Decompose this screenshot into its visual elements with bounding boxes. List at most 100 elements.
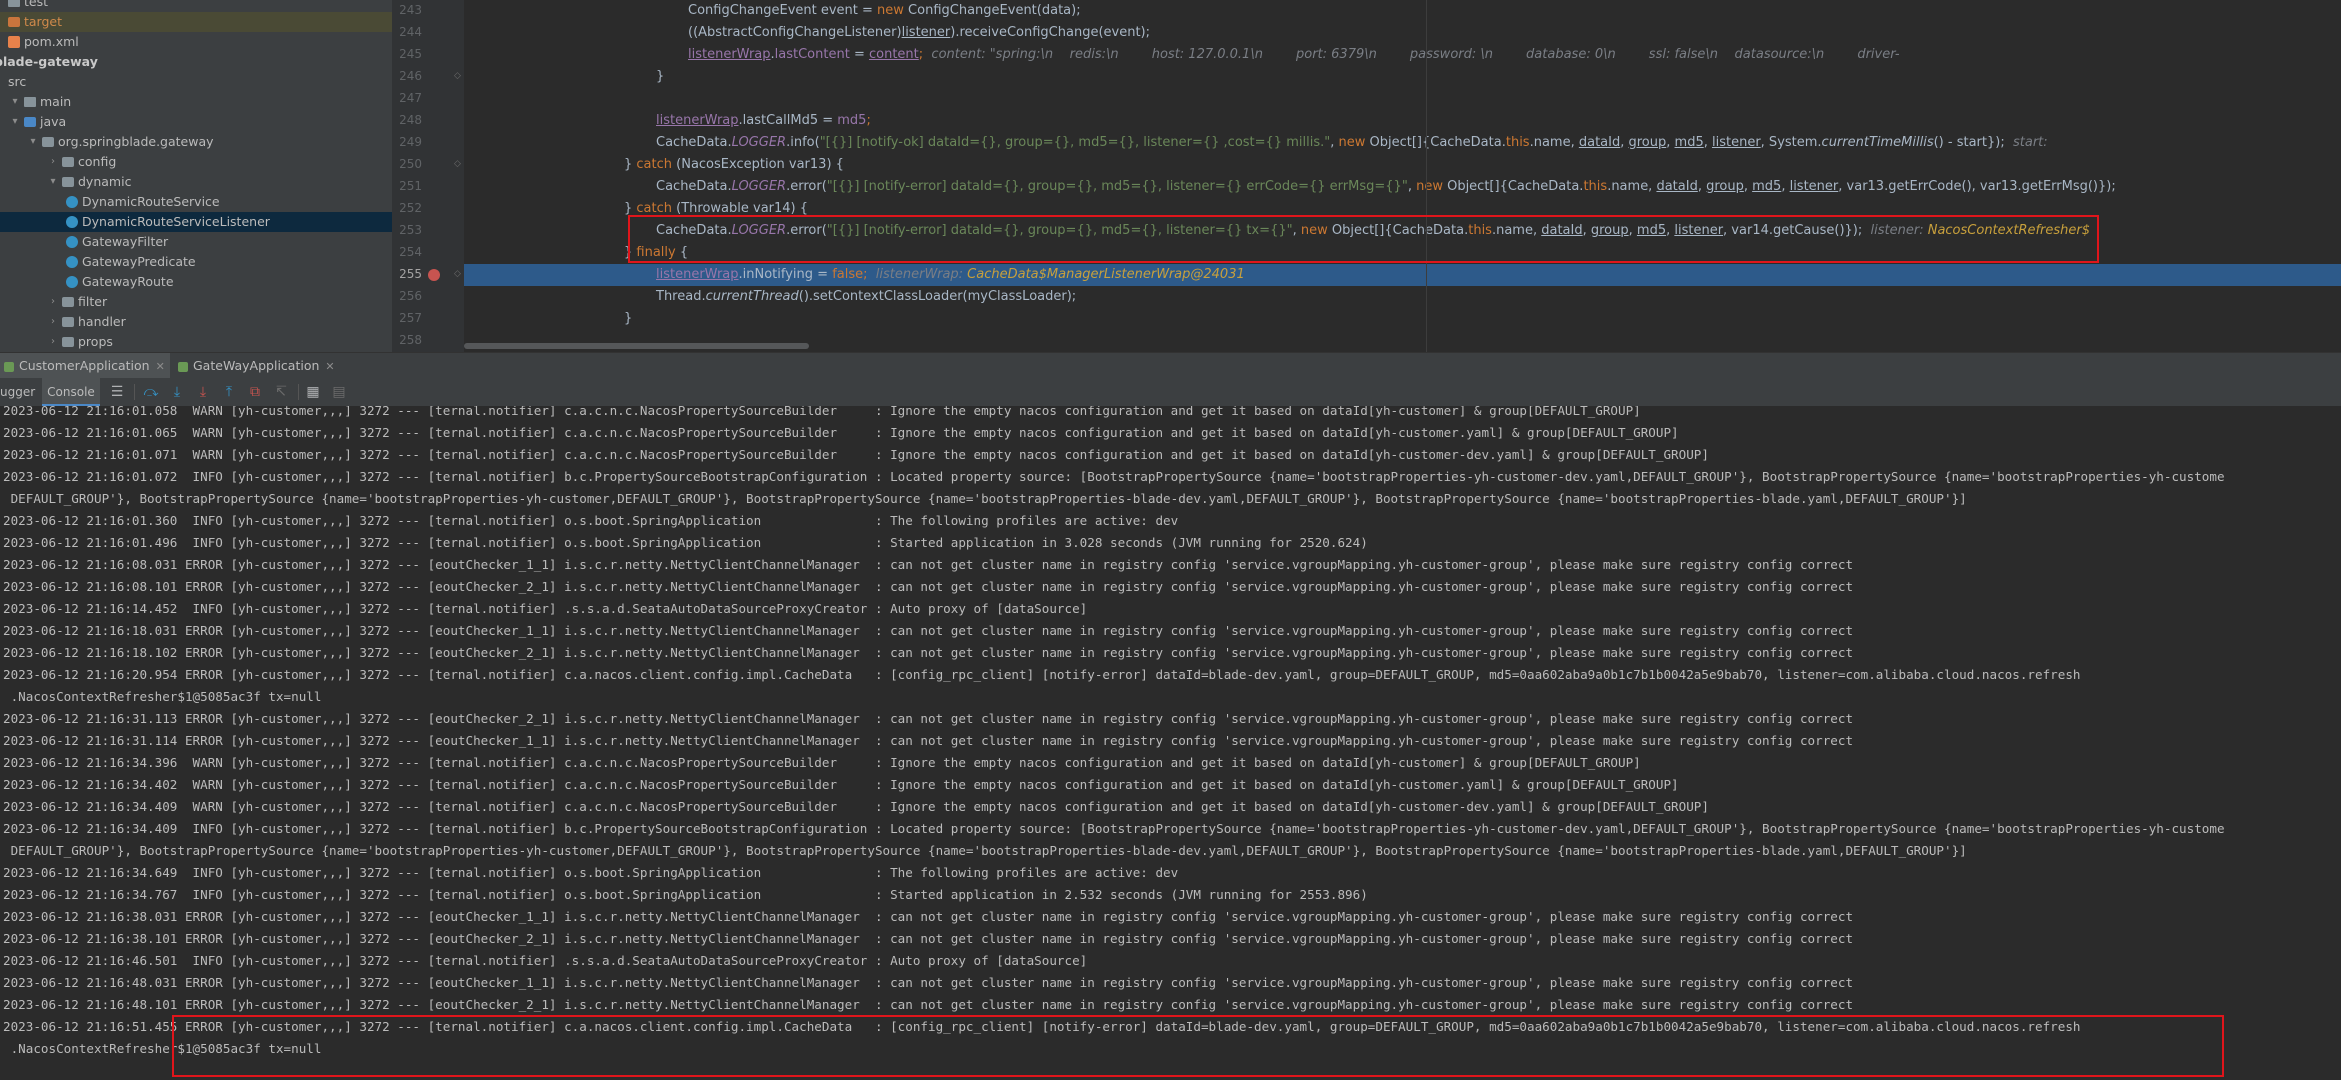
line-number[interactable]: 256 (392, 285, 422, 307)
editor-horizontal-scrollbar[interactable] (464, 343, 809, 349)
folder-icon (24, 97, 36, 107)
project-tree[interactable]: test target pom.xml blade-gateway src ▾ main ▾ j… (0, 0, 392, 352)
tree-item-label: DynamicRouteServiceListener (82, 214, 270, 229)
package-icon (62, 297, 74, 307)
xml-file-icon (8, 36, 20, 48)
tree-item[interactable]: GatewayFilter (0, 232, 392, 252)
chevron-icon[interactable]: ▾ (48, 172, 58, 192)
chevron-icon[interactable]: ▾ (10, 92, 20, 112)
chevron-icon[interactable]: › (48, 312, 58, 332)
tree-item[interactable]: ▾ java (0, 112, 392, 132)
code-line-256: Thread.currentThread().setContextClassLo… (656, 289, 1077, 304)
drop-frame-icon[interactable]: ⧉ (246, 383, 264, 401)
tree-item[interactable]: › props (0, 332, 392, 352)
tree-item[interactable]: ▾ main (0, 92, 392, 112)
target-folder-icon (8, 17, 20, 27)
console-line: 2023-06-12 21:16:48.101 ERROR [yh-custom… (3, 997, 1854, 1012)
chevron-icon[interactable]: › (48, 152, 58, 172)
step-into-icon[interactable]: ⤓ (194, 383, 212, 401)
line-number[interactable]: 252 (392, 197, 422, 219)
close-icon[interactable]: ✕ (156, 360, 165, 373)
tree-item-label: handler (78, 314, 126, 329)
tree-item[interactable]: › handler (0, 312, 392, 332)
line-number[interactable]: 258 (392, 329, 422, 351)
line-number[interactable]: 245 (392, 43, 422, 65)
evaluate-expression-icon[interactable]: ▦ (304, 383, 322, 401)
line-number[interactable]: 244 (392, 21, 422, 43)
console-line: 2023-06-12 21:16:34.402 WARN [yh-custome… (3, 777, 1679, 792)
code-editor[interactable]: ConfigChangeEvent event = new ConfigChan… (464, 0, 2341, 352)
tree-item[interactable]: › filter (0, 292, 392, 312)
chevron-icon[interactable]: › (48, 332, 58, 352)
line-number[interactable]: 247 (392, 87, 422, 109)
code-line-251: CacheData.LOGGER.error("[{}] [notify-err… (656, 179, 2116, 194)
run-to-cursor-icon[interactable]: ↸ (272, 383, 290, 401)
tree-item[interactable]: DynamicRouteService (0, 192, 392, 212)
tree-item-label: props (78, 334, 113, 349)
tree-item[interactable]: target (0, 12, 392, 32)
line-number[interactable]: 257 (392, 307, 422, 329)
line-number[interactable]: 255 (392, 263, 422, 285)
inline-debug-hint: content: "spring:\n redis:\n host: 127.0… (931, 47, 1900, 62)
fold-marker-icon[interactable]: ◇ (454, 153, 461, 175)
tree-item[interactable]: ▾ dynamic (0, 172, 392, 192)
tree-item[interactable]: ▾ org.springblade.gateway (0, 132, 392, 152)
console-line: .NacosContextRefresher$1@5085ac3f tx=nul… (3, 1041, 322, 1056)
fold-marker-icon[interactable]: ◇ (454, 263, 461, 285)
tree-item-label: blade-gateway (0, 54, 98, 69)
tab-debugger[interactable]: ugger (0, 378, 35, 406)
code-line-252: } catch (Throwable var14) { (624, 201, 809, 216)
settings-icon[interactable]: ▤ (330, 383, 348, 401)
code-line-244: ((AbstractConfigChangeListener)listener)… (688, 25, 1151, 40)
tree-item-label: target (24, 14, 63, 29)
code-line-243: ConfigChangeEvent event = new ConfigChan… (688, 3, 1081, 18)
step-over-icon[interactable]: ⤓ (168, 383, 186, 401)
package-icon (62, 317, 74, 327)
line-number[interactable]: 251 (392, 175, 422, 197)
menu-lines-icon[interactable]: ☰ (108, 383, 126, 401)
console-line: 2023-06-12 21:16:34.767 INFO [yh-custome… (3, 887, 1368, 902)
breakpoint-icon[interactable] (428, 269, 440, 281)
tree-item-label: GatewayFilter (82, 234, 169, 249)
folder-icon (8, 0, 20, 7)
tree-item[interactable]: src (0, 72, 392, 92)
class-icon (66, 196, 78, 208)
line-number[interactable]: 248 (392, 109, 422, 131)
console-line: 2023-06-12 21:16:20.954 ERROR [yh-custom… (3, 667, 2081, 682)
line-number[interactable]: 249 (392, 131, 422, 153)
show-execution-point-icon[interactable]: ⤼ (142, 383, 160, 401)
line-number[interactable]: 250 (392, 153, 422, 175)
tree-item-label: GatewayRoute (82, 274, 174, 289)
console-line: 2023-06-12 21:16:38.031 ERROR [yh-custom… (3, 909, 1854, 924)
console-output[interactable]: 2023-06-12 21:16:01.058 WARN [yh-custome… (0, 406, 2341, 1080)
tree-item[interactable]: pom.xml (0, 32, 392, 52)
tab-console[interactable]: Console (42, 378, 100, 406)
close-icon[interactable]: ✕ (325, 360, 334, 373)
tree-item-label: org.springblade.gateway (58, 134, 214, 149)
tree-item-label: java (40, 114, 67, 129)
chevron-icon[interactable]: ▾ (28, 132, 38, 152)
editor-gutter[interactable]: 243 244 245 246 247 248 249 250 251 252 253 254 255 2… (392, 0, 464, 352)
run-config-icon (4, 361, 14, 372)
tree-item[interactable]: test (0, 0, 392, 12)
run-tab-customer-application[interactable]: CustomerApplication ✕ (0, 353, 170, 379)
console-line: .NacosContextRefresher$1@5085ac3f tx=nul… (3, 689, 322, 704)
console-line: 2023-06-12 21:16:01.058 WARN [yh-custome… (3, 406, 1641, 418)
line-number[interactable]: 254 (392, 241, 422, 263)
tree-item-label: DynamicRouteService (82, 194, 220, 209)
tree-item[interactable]: GatewayRoute (0, 272, 392, 292)
line-number[interactable]: 246 (392, 65, 422, 87)
fold-marker-icon[interactable]: ◇ (454, 65, 461, 87)
code-line-245: listenerWrap.lastContent = content; cont… (688, 47, 1900, 62)
tree-item[interactable]: › config (0, 152, 392, 172)
tree-item[interactable]: GatewayPredicate (0, 252, 392, 272)
line-number[interactable]: 243 (392, 0, 422, 21)
run-tab-gateway-application[interactable]: GateWayApplication ✕ (178, 353, 338, 379)
tree-item[interactable]: blade-gateway (0, 52, 392, 72)
step-out-icon[interactable]: ⤒ (220, 383, 238, 401)
tree-item[interactable]: DynamicRouteServiceListener (0, 212, 392, 232)
chevron-icon[interactable]: › (48, 292, 58, 312)
line-number[interactable]: 253 (392, 219, 422, 241)
chevron-icon[interactable]: ▾ (10, 112, 20, 132)
console-line: 2023-06-12 21:16:34.396 WARN [yh-custome… (3, 755, 1641, 770)
